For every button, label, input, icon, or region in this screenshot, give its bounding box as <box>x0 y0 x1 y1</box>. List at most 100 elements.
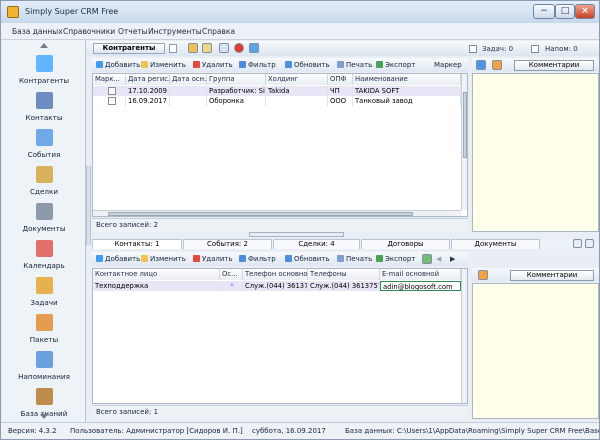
sidebar-splitter[interactable] <box>86 166 91 245</box>
grid-icon[interactable] <box>422 254 432 264</box>
lower-header-main-phone[interactable]: Телефон основной <box>243 269 312 280</box>
lower-filter-button[interactable]: Фильтр <box>239 255 276 264</box>
sidebar-item-5[interactable]: Документы <box>2 198 86 235</box>
tab-scroll-left-icon[interactable] <box>573 239 582 248</box>
upper-header-name[interactable]: Наименование <box>353 74 461 85</box>
sidebar-item-2[interactable]: Контакты <box>2 87 86 124</box>
lower-edit-button[interactable]: Изменить <box>141 255 186 264</box>
sidebar-item-6[interactable]: Календарь <box>2 235 86 272</box>
upper-horizontal-scrollbar[interactable] <box>93 210 461 216</box>
lower-add-label: Добавить <box>105 255 141 263</box>
home-icon[interactable] <box>249 43 259 53</box>
tab-contacts[interactable]: Контакты: 1 <box>92 239 182 249</box>
menu-reports[interactable]: Отчеты <box>118 27 148 36</box>
lower-add-button[interactable]: Добавить <box>96 255 140 264</box>
lower-header-email[interactable]: E-mail основной <box>380 269 461 280</box>
upper-header-marker[interactable]: Марк... <box>93 74 126 85</box>
row-marker-checkbox[interactable] <box>108 87 116 95</box>
upper-header-registration-date[interactable]: Дата регис... <box>126 74 174 85</box>
tab-scroll-right-icon[interactable] <box>585 239 594 248</box>
menu-bar: База данных Справочники Отчеты Инструмен… <box>1 23 599 40</box>
lower-refresh-button[interactable]: Обновить <box>285 255 330 264</box>
minimize-button[interactable]: − <box>533 4 555 19</box>
upper-comments-panel[interactable] <box>472 73 599 232</box>
sidebar-item-1[interactable]: Контрагенты <box>2 50 86 87</box>
lower-export-button[interactable]: Экспорт <box>376 255 415 264</box>
content-splitter[interactable] <box>249 232 344 237</box>
app-window: Simply Super CRM Free − □ × База данных … <box>0 0 600 440</box>
lower-header-main[interactable]: Ос... <box>220 269 243 280</box>
lower-header-phones[interactable]: Телефоны <box>308 269 380 280</box>
upper-header-holding[interactable]: Холдинг <box>266 74 328 85</box>
lock-icon[interactable] <box>188 43 198 53</box>
upper-edit-button[interactable]: Изменить <box>141 61 186 70</box>
lower-print-button[interactable]: Печать <box>337 255 372 264</box>
menu-database[interactable]: База данных <box>12 27 63 36</box>
lower-delete-button[interactable]: Удалить <box>193 255 233 264</box>
comments-button[interactable]: Комментарии <box>510 270 594 281</box>
upper-filter-button[interactable]: Фильтр <box>239 61 276 70</box>
upper-header-founding-date[interactable]: Дата осн... <box>170 74 211 85</box>
sidebar-item-7[interactable]: Задачи <box>2 272 86 309</box>
folder-icon[interactable] <box>202 43 212 53</box>
lower-comments-panel[interactable] <box>472 283 599 419</box>
calendar-icon <box>36 240 53 257</box>
contact-name-cell: Техподдержка <box>93 281 220 291</box>
chevron-down-icon[interactable] <box>169 44 177 53</box>
upper-header-group[interactable]: Группа <box>207 74 266 85</box>
stop-icon[interactable] <box>234 43 244 53</box>
email-cell[interactable]: adin@blogosoft.com <box>380 281 461 291</box>
sidebar-down-icon[interactable] <box>40 414 48 419</box>
upper-delete-button[interactable]: Удалить <box>193 61 233 70</box>
arrow-icon[interactable] <box>476 60 486 70</box>
filter-icon <box>239 61 246 68</box>
sidebar-item-3[interactable]: События <box>2 124 86 161</box>
upper-comments-toolbar: Комментарии <box>472 58 599 72</box>
menu-help[interactable]: Справка <box>202 27 235 36</box>
sidebar-item-9[interactable]: Напоминания <box>2 346 86 383</box>
note-icon[interactable] <box>478 270 488 280</box>
row-marker-cell[interactable] <box>93 96 126 106</box>
note-icon[interactable] <box>492 60 502 70</box>
upper-vertical-scrollbar[interactable] <box>461 74 467 210</box>
row-marker-checkbox[interactable] <box>108 97 116 105</box>
menu-tools[interactable]: Инструменты <box>148 27 202 36</box>
upper-refresh-button[interactable]: Обновить <box>285 61 330 70</box>
documents-icon <box>36 203 53 220</box>
row-marker-cell[interactable] <box>93 86 126 96</box>
table-row[interactable]: Техподдержка * Служ.(044) 3613757 Служ.(… <box>93 281 461 291</box>
next-icon[interactable]: ▶ <box>450 255 455 264</box>
tab-contracts[interactable]: Договоры <box>361 239 450 249</box>
menu-directories[interactable]: Справочники <box>63 27 115 36</box>
maximize-button[interactable]: □ <box>555 4 575 19</box>
previous-icon[interactable]: ◀ <box>436 255 441 264</box>
upper-header-form[interactable]: ОПФ <box>328 74 353 85</box>
tab-events[interactable]: События: 2 <box>183 239 272 249</box>
sidebar-item-8[interactable]: Пакеты <box>2 309 86 346</box>
edit-icon <box>141 61 148 68</box>
upper-export-button[interactable]: Экспорт <box>376 61 415 70</box>
sidebar-up-icon[interactable] <box>40 43 48 48</box>
export-icon <box>376 255 383 262</box>
table-row[interactable]: 17.10.2009 14 Разработчик: Simply Takida… <box>93 86 461 96</box>
upper-horizontal-thumb[interactable] <box>108 212 413 216</box>
tab-documents[interactable]: Документы <box>451 239 540 249</box>
section-select[interactable]: Контрагенты <box>93 43 165 54</box>
lower-header-contact[interactable]: Контактное лицо <box>93 269 220 280</box>
refresh-icon <box>285 255 292 262</box>
screen-icon[interactable] <box>219 43 229 53</box>
upper-print-button[interactable]: Печать <box>337 61 372 70</box>
upper-print-label: Печать <box>346 61 373 69</box>
reminders-checkbox[interactable] <box>531 45 539 53</box>
lower-vertical-scrollbar[interactable] <box>461 269 467 403</box>
book-icon <box>36 388 53 405</box>
comments-button[interactable]: Комментарии <box>514 60 594 71</box>
sidebar-item-4[interactable]: Сделки <box>2 161 86 198</box>
name-cell: Танковый завод <box>353 96 461 106</box>
upper-add-button[interactable]: Добавить <box>96 61 140 70</box>
upper-vertical-thumb[interactable] <box>463 92 467 158</box>
tasks-checkbox[interactable] <box>469 45 477 53</box>
close-button[interactable]: × <box>575 4 595 19</box>
tab-deals[interactable]: Сделки: 4 <box>273 239 360 249</box>
table-row[interactable]: 16.09.2017 11 Оборонка ООО Танковый заво… <box>93 96 461 106</box>
